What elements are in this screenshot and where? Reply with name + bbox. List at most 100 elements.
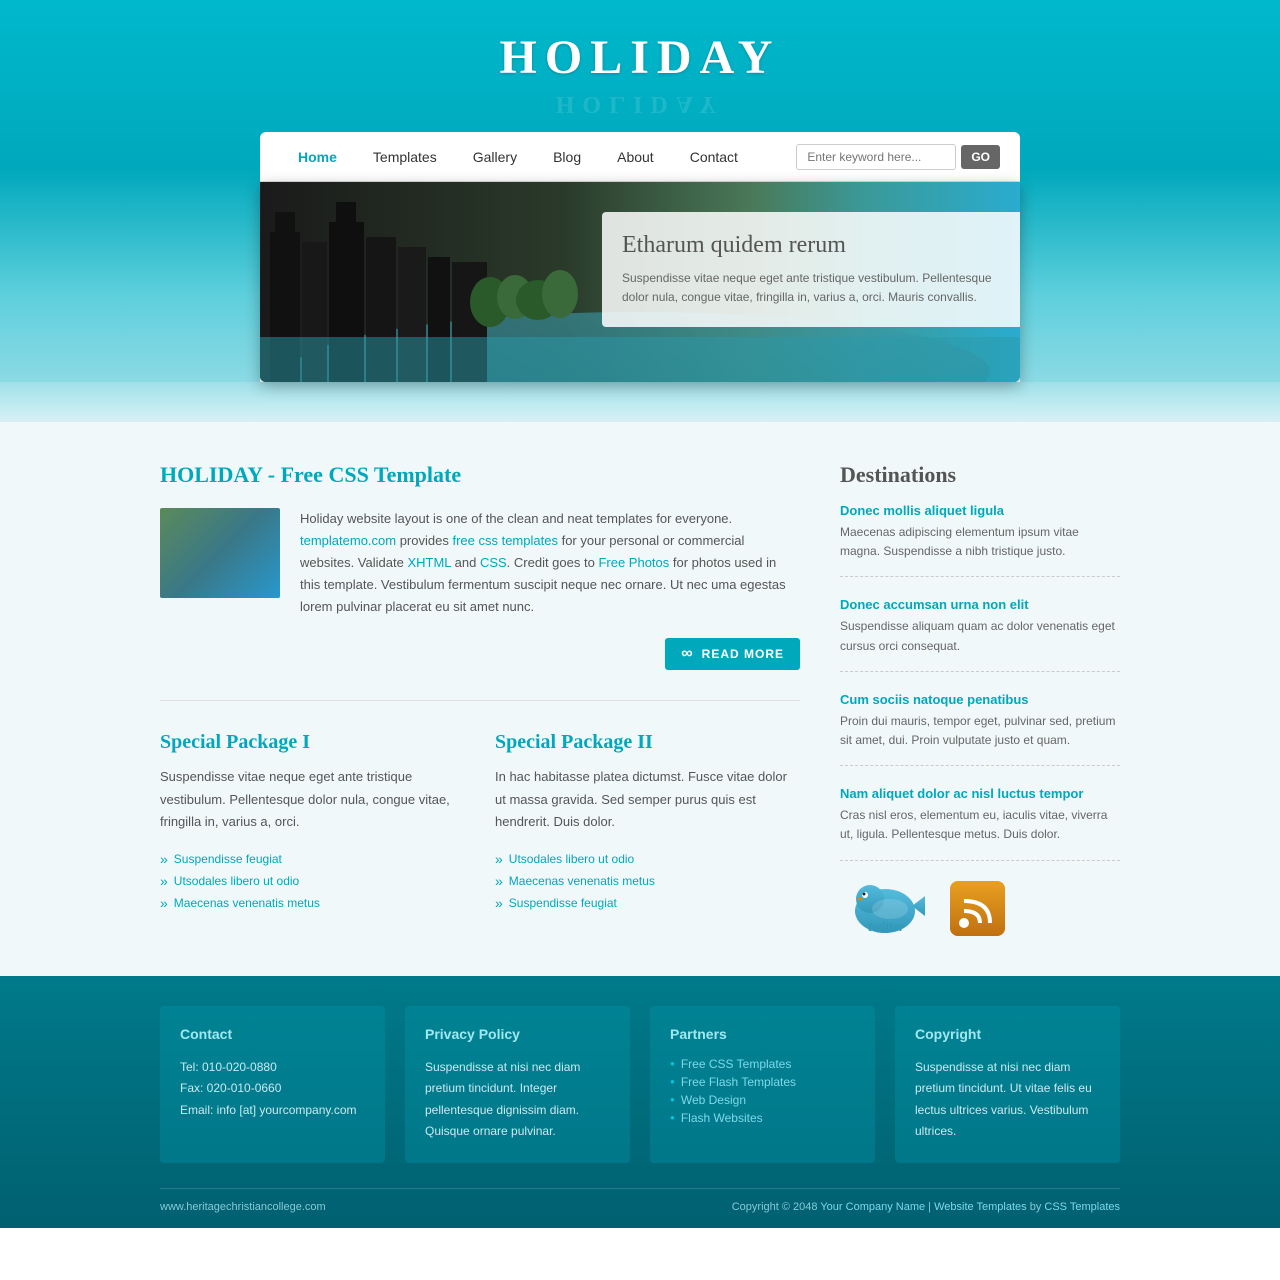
footer-fax: Fax: 020-010-0660 — [180, 1081, 281, 1095]
footer-company-link[interactable]: Your Company Name — [820, 1201, 925, 1213]
svg-text:twitter: twitter — [868, 920, 905, 935]
footer-privacy: Privacy Policy Suspendisse at nisi nec d… — [405, 1006, 630, 1163]
dest-item-1-title[interactable]: Donec mollis aliquet ligula — [840, 503, 1120, 518]
banner-overlay: Etharum quidem rerum Suspendisse vitae n… — [602, 212, 1020, 327]
package-1: Special Package I Suspendisse vitae nequ… — [160, 731, 465, 913]
dest-item-4: Nam aliquet dolor ac nisl luctus tempor … — [840, 786, 1120, 860]
read-more-icon: ∞ — [681, 645, 693, 663]
nav-about[interactable]: About — [599, 134, 672, 180]
nav-templates[interactable]: Templates — [355, 134, 455, 180]
nav-bar: Home Templates Gallery Blog About Contac… — [260, 132, 1020, 182]
packages-section: Special Package I Suspendisse vitae nequ… — [160, 731, 800, 913]
package-2-item-2[interactable]: Maecenas venenatis metus — [495, 870, 800, 892]
package-2-item-1[interactable]: Utsodales libero ut odio — [495, 848, 800, 870]
search-area: GO — [796, 144, 1000, 170]
partner-link-3[interactable]: Web Design — [681, 1093, 746, 1107]
footer-contact-title: Contact — [180, 1026, 365, 1042]
footer-copyright-title: Copyright — [915, 1026, 1100, 1042]
read-more-label: READ MORE — [702, 647, 784, 661]
footer-copyright-year: Copyright © 2048 — [732, 1201, 818, 1213]
package-2-item-3[interactable]: Suspendisse feugiat — [495, 892, 800, 914]
dest-item-4-title[interactable]: Nam aliquet dolor ac nisl luctus tempor — [840, 786, 1120, 801]
article-text: Holiday website layout is one of the cle… — [300, 508, 800, 618]
free-css-link[interactable]: free css templates — [452, 533, 558, 548]
content-wrapper: HOLIDAY - Free CSS Template Holiday webs… — [160, 462, 1120, 936]
read-more-button[interactable]: ∞ READ MORE — [665, 638, 800, 670]
footer-site-url: www.heritagechristiancollege.com — [160, 1201, 326, 1213]
main-content: HOLIDAY - Free CSS Template Holiday webs… — [0, 422, 1280, 976]
package-1-list: Suspendisse feugiat Utsodales libero ut … — [160, 848, 465, 914]
rss-svg — [950, 881, 1005, 936]
banner-title: Etharum quidem rerum — [622, 232, 1000, 259]
footer-contact: Contact Tel: 010-020-0880 Fax: 020-010-0… — [160, 1006, 385, 1163]
footer-css-templates-link[interactable]: CSS Templates — [1044, 1201, 1120, 1213]
package-2-text: In hac habitasse platea dictumst. Fusce … — [495, 766, 800, 832]
footer-privacy-text: Suspendisse at nisi nec diam pretium tin… — [425, 1057, 610, 1143]
footer-tel: Tel: 010-020-0880 — [180, 1060, 277, 1074]
dest-item-2-text: Suspendisse aliquam quam ac dolor venena… — [840, 617, 1120, 655]
hero-section: HOLIDAY HOLIDAY Home Templates Gallery B… — [0, 0, 1280, 422]
package-1-item-2[interactable]: Utsodales libero ut odio — [160, 870, 465, 892]
site-title-reflection: HOLIDAY — [0, 90, 1280, 117]
dest-item-3: Cum sociis natoque penatibus Proin dui m… — [840, 692, 1120, 766]
left-column: HOLIDAY - Free CSS Template Holiday webs… — [160, 462, 800, 936]
partner-link-1[interactable]: Free CSS Templates — [681, 1057, 792, 1071]
hero-bottom-space — [0, 382, 1280, 422]
nav-links: Home Templates Gallery Blog About Contac… — [280, 134, 796, 180]
nav-contact[interactable]: Contact — [672, 134, 756, 180]
footer-bottom-right: Copyright © 2048 Your Company Name | Web… — [732, 1201, 1120, 1213]
footer-privacy-title: Privacy Policy — [425, 1026, 610, 1042]
dest-item-2-title[interactable]: Donec accumsan urna non elit — [840, 597, 1120, 612]
footer-email: Email: info [at] yourcompany.com — [180, 1103, 357, 1117]
article-image — [160, 508, 280, 598]
dest-item-1: Donec mollis aliquet ligula Maecenas adi… — [840, 503, 1120, 577]
xhtml-link[interactable]: XHTML — [407, 555, 451, 570]
search-input[interactable] — [796, 144, 956, 170]
banner-image: Etharum quidem rerum Suspendisse vitae n… — [260, 182, 1020, 382]
footer-partners-title: Partners — [670, 1026, 855, 1042]
templatemo-link[interactable]: templatemo.com — [300, 533, 396, 548]
footer-cols: Contact Tel: 010-020-0880 Fax: 020-010-0… — [160, 1006, 1120, 1163]
dest-item-2: Donec accumsan urna non elit Suspendisse… — [840, 597, 1120, 671]
footer-contact-text: Tel: 010-020-0880 Fax: 020-010-0660 Emai… — [180, 1057, 365, 1122]
package-2-title: Special Package II — [495, 731, 800, 754]
css-link[interactable]: CSS — [480, 555, 507, 570]
package-2-list: Utsodales libero ut odio Maecenas venena… — [495, 848, 800, 914]
dest-item-3-text: Proin dui mauris, tempor eget, pulvinar … — [840, 712, 1120, 750]
footer-by: by — [1030, 1201, 1042, 1213]
footer-website-templates-link[interactable]: Website Templates — [934, 1201, 1027, 1213]
nav-wrapper: Home Templates Gallery Blog About Contac… — [260, 132, 1020, 382]
package-1-title: Special Package I — [160, 731, 465, 754]
dest-item-1-text: Maecenas adipiscing elementum ipsum vita… — [840, 523, 1120, 561]
footer-bottom: www.heritagechristiancollege.com Copyrig… — [160, 1188, 1120, 1213]
main-section-title: HOLIDAY - Free CSS Template — [160, 462, 800, 488]
twitter-svg: twitter — [840, 881, 930, 936]
twitter-icon[interactable]: twitter — [840, 881, 930, 936]
nav-blog[interactable]: Blog — [535, 134, 599, 180]
search-button[interactable]: GO — [961, 145, 1000, 169]
nav-home[interactable]: Home — [280, 134, 355, 180]
package-1-text: Suspendisse vitae neque eget ante tristi… — [160, 766, 465, 832]
rss-icon[interactable] — [950, 881, 1005, 936]
nav-gallery[interactable]: Gallery — [455, 134, 535, 180]
partner-link-2[interactable]: Free Flash Templates — [681, 1075, 796, 1089]
dest-item-3-title[interactable]: Cum sociis natoque penatibus — [840, 692, 1120, 707]
package-1-item-3[interactable]: Maecenas venenatis metus — [160, 892, 465, 914]
social-area: twitter — [840, 881, 1120, 936]
footer-partner-list: Free CSS Templates Free Flash Templates … — [670, 1057, 855, 1125]
banner-container: Etharum quidem rerum Suspendisse vitae n… — [260, 182, 1020, 382]
package-2: Special Package II In hac habitasse plat… — [495, 731, 800, 913]
partner-link-4[interactable]: Flash Websites — [681, 1111, 763, 1125]
footer-partners: Partners Free CSS Templates Free Flash T… — [650, 1006, 875, 1163]
footer-copyright: Copyright Suspendisse at nisi nec diam p… — [895, 1006, 1120, 1163]
footer: Contact Tel: 010-020-0880 Fax: 020-010-0… — [0, 976, 1280, 1228]
dest-item-4-text: Cras nisl eros, elementum eu, iaculis vi… — [840, 806, 1120, 844]
site-title: HOLIDAY — [0, 30, 1280, 85]
footer-copyright-text: Suspendisse at nisi nec diam pretium tin… — [915, 1057, 1100, 1143]
destinations-title: Destinations — [840, 462, 1120, 488]
free-photos-link[interactable]: Free Photos — [598, 555, 669, 570]
banner-text: Suspendisse vitae neque eget ante tristi… — [622, 269, 1000, 307]
right-column: Destinations Donec mollis aliquet ligula… — [840, 462, 1120, 936]
package-1-item-1[interactable]: Suspendisse feugiat — [160, 848, 465, 870]
read-more-area: ∞ READ MORE — [160, 638, 800, 670]
